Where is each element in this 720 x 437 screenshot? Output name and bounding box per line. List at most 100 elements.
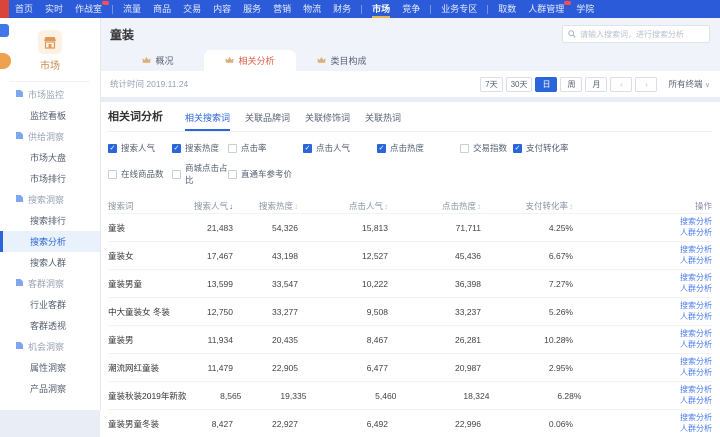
action-link[interactable]: 人群分析	[573, 256, 712, 267]
sidebar-item[interactable]: 产品洞察	[0, 378, 100, 399]
nav-item[interactable]: 学院	[570, 0, 600, 18]
action-link[interactable]: 搜索分析	[573, 301, 712, 312]
subtab[interactable]: 相关搜索词	[185, 111, 230, 131]
value-cell: 5.26%	[481, 307, 573, 317]
sidebar-item-label: 市场监控	[28, 88, 64, 101]
sidebar-item[interactable]: 市场排行	[0, 168, 100, 189]
action-link[interactable]: 搜索分析	[573, 357, 712, 368]
metric-label: 支付转化率	[526, 142, 569, 154]
action-link[interactable]: 人群分析	[581, 396, 712, 407]
action-link[interactable]: 人群分析	[573, 340, 712, 351]
column-header[interactable]: 点击热度↕	[388, 200, 481, 212]
value-cell: 22,927	[233, 419, 298, 429]
metric-checkbox[interactable]: ✓搜索人气	[108, 142, 172, 154]
sidebar-item[interactable]: 搜索人群	[0, 252, 100, 273]
nav-item[interactable]: 内容	[207, 0, 237, 18]
nav-item[interactable]: 业务专区	[435, 0, 483, 18]
tab-label: 类目构成	[330, 54, 366, 67]
pager-button[interactable]: ›	[635, 77, 657, 92]
action-link[interactable]: 搜索分析	[573, 273, 712, 284]
value-cell: 6.67%	[481, 251, 573, 261]
sidebar-section-label: 市场监控	[0, 84, 100, 105]
actions-cell: 搜索分析人群分析	[573, 273, 712, 294]
nav-item[interactable]: 作战室	[69, 0, 108, 18]
metric-checkbox[interactable]: ✓点击人气	[303, 142, 377, 154]
date-range-button[interactable]: 日	[535, 77, 557, 92]
action-link[interactable]: 人群分析	[573, 312, 712, 323]
action-link[interactable]: 搜索分析	[581, 385, 712, 396]
nav-item[interactable]: 财务	[327, 0, 357, 18]
nav-item[interactable]: 商品	[147, 0, 177, 18]
brand-logo[interactable]	[0, 0, 9, 18]
date-range-button[interactable]: 月	[585, 77, 607, 92]
sidebar-divider	[10, 81, 90, 82]
column-header-label: 搜索词	[108, 201, 134, 211]
floating-widget-blue[interactable]	[0, 24, 9, 37]
nav-item[interactable]: 人群管理	[522, 0, 570, 18]
value-cell: 11,934	[178, 335, 233, 345]
nav-item[interactable]: 营销	[267, 0, 297, 18]
tab-inactive[interactable]: 类目构成	[296, 50, 388, 71]
nav-item[interactable]: 取数	[492, 0, 522, 18]
subtabs: 相关搜索词关联品牌词关联修饰词关联热词	[185, 111, 416, 131]
nav-item[interactable]: 流量	[117, 0, 147, 18]
sidebar-item[interactable]: 属性洞察	[0, 357, 100, 378]
sidebar-item[interactable]: 客群透视	[0, 315, 100, 336]
sidebar-item[interactable]: 行业客群	[0, 294, 100, 315]
pager-button[interactable]: ‹	[610, 77, 632, 92]
column-header[interactable]: 支付转化率↕	[481, 200, 573, 212]
nav-item[interactable]: 市场	[366, 0, 396, 18]
metric-checkbox[interactable]: ✓在线商品数	[108, 162, 172, 186]
actions-cell: 搜索分析人群分析	[573, 301, 712, 322]
metric-checkbox[interactable]: ✓商城点击占比	[172, 162, 228, 186]
column-header[interactable]: 搜索人气↓	[178, 200, 233, 212]
terminal-dropdown[interactable]: 所有终端 ∨	[668, 78, 710, 90]
action-link[interactable]: 搜索分析	[573, 217, 712, 228]
search-input[interactable]: 请输入搜索词，进行搜索分析	[562, 25, 710, 43]
table-row: 中大童装女 冬装12,75033,2779,50833,2375.26%搜索分析…	[108, 297, 712, 325]
metric-checkbox[interactable]: ✓直通车参考价	[228, 162, 303, 186]
date-range-button[interactable]: 30天	[506, 77, 533, 92]
tab-inactive[interactable]: 概况	[112, 50, 204, 71]
date-range-button[interactable]: 7天	[480, 77, 502, 92]
nav-item[interactable]: 服务	[237, 0, 267, 18]
sidebar-item[interactable]: 市场大盘	[0, 147, 100, 168]
action-link[interactable]: 搜索分析	[573, 329, 712, 340]
metric-label: 搜索热度	[185, 142, 219, 154]
value-cell: 36,398	[388, 279, 481, 289]
action-link[interactable]: 人群分析	[573, 368, 712, 379]
column-header[interactable]: 搜索热度↕	[233, 200, 298, 212]
metric-checkbox[interactable]: ✓点击热度	[377, 142, 460, 154]
nav-item[interactable]: 竞争	[396, 0, 426, 18]
date-range-button[interactable]: 周	[560, 77, 582, 92]
column-header[interactable]: 点击人气↕	[298, 200, 388, 212]
action-link[interactable]: 人群分析	[573, 284, 712, 295]
action-link[interactable]: 人群分析	[573, 424, 712, 435]
toolbar-controls: 7天 30天日周月‹› 所有终端 ∨	[480, 77, 710, 92]
sidebar-item[interactable]: 搜索分析	[0, 231, 100, 252]
nav-item[interactable]: 首页	[9, 0, 39, 18]
metric-checkbox[interactable]: ✓交易指数	[460, 142, 513, 154]
nav-item[interactable]: 实时	[39, 0, 69, 18]
value-cell: 0.06%	[481, 419, 573, 429]
metric-checkbox[interactable]: ✓点击率	[228, 142, 303, 154]
metric-checkbox[interactable]: ✓搜索热度	[172, 142, 228, 154]
nav-item[interactable]: 物流	[297, 0, 327, 18]
nav-item[interactable]: 交易	[177, 0, 207, 18]
metric-checkbox[interactable]: ✓ 支付转化率	[513, 142, 712, 154]
action-link[interactable]: 人群分析	[573, 228, 712, 239]
panel-title: 相关词分析	[108, 108, 163, 131]
subtab[interactable]: 关联热词	[365, 111, 401, 131]
subtab[interactable]: 关联修饰词	[305, 111, 350, 131]
value-cell: 9,508	[298, 307, 388, 317]
action-link[interactable]: 搜索分析	[573, 413, 712, 424]
sidebar-item-label: 客群洞察	[28, 277, 64, 290]
checkbox-icon: ✓	[513, 144, 522, 153]
tab-active[interactable]: 相关分析	[204, 50, 296, 71]
action-link[interactable]: 搜索分析	[573, 245, 712, 256]
sidebar-item[interactable]: 搜索排行	[0, 210, 100, 231]
subtab[interactable]: 关联品牌词	[245, 111, 290, 131]
sidebar-item[interactable]: 监控看板	[0, 105, 100, 126]
main-content: 童装 请输入搜索词，进行搜索分析 概况相关分析类目构成 统计时间 2019.11…	[100, 18, 720, 410]
column-header: 搜索词	[108, 200, 178, 212]
